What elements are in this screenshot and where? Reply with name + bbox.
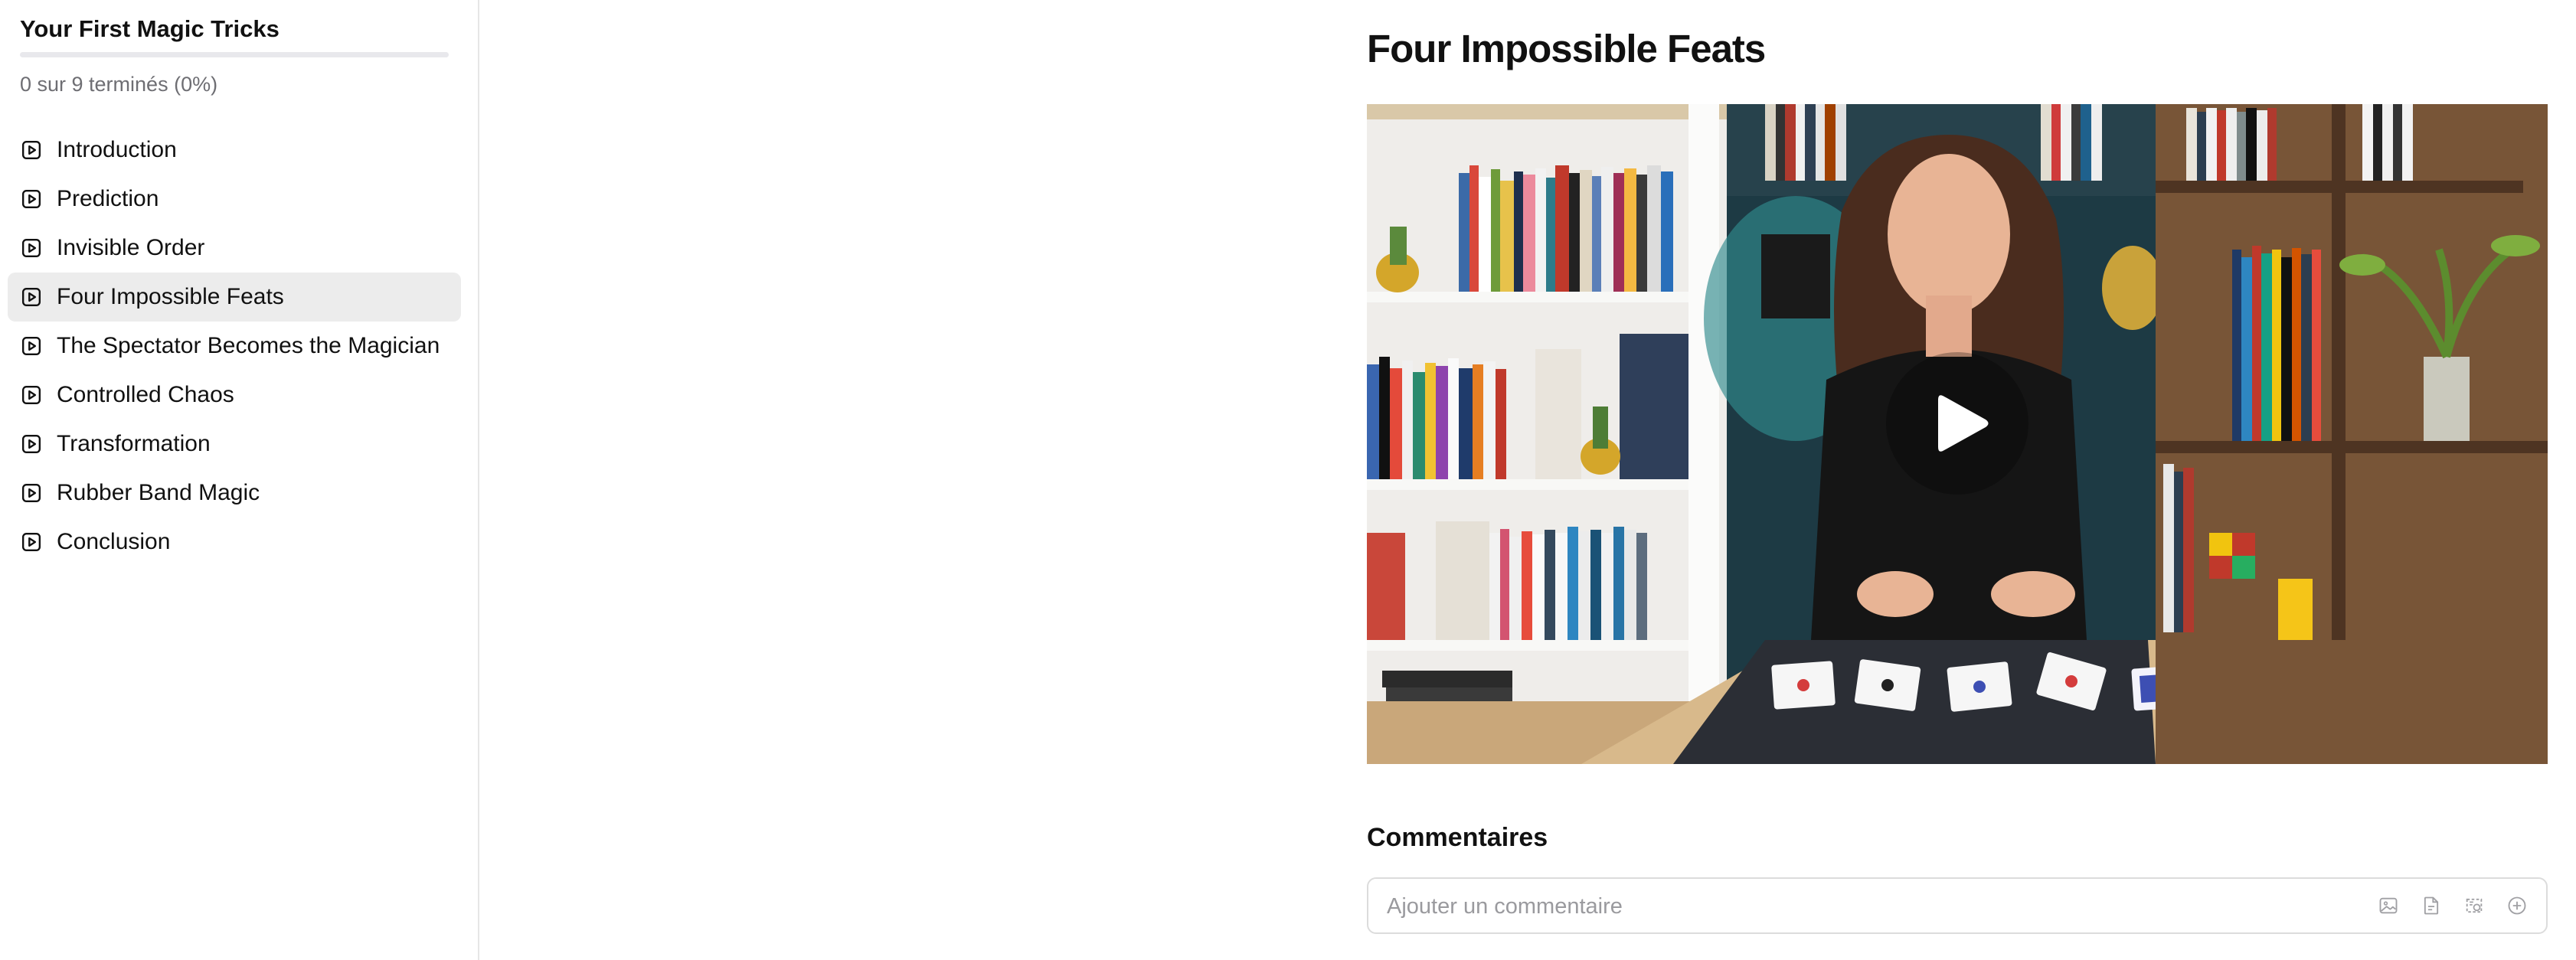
sidebar: Your First Magic Tricks 0 sur 9 terminés… (0, 0, 479, 960)
gif-icon[interactable] (2463, 895, 2485, 916)
sidebar-item-label: Introduction (57, 137, 177, 162)
image-icon[interactable] (2378, 895, 2399, 916)
sidebar-item-label: Rubber Band Magic (57, 480, 260, 505)
play-square-icon (21, 189, 41, 209)
sidebar-item-label: Controlled Chaos (57, 382, 234, 407)
comment-input[interactable] (1385, 879, 2384, 934)
sidebar-item-prediction[interactable]: Prediction (8, 175, 461, 224)
lesson-list: Introduction Prediction Invisible Order … (8, 126, 461, 567)
comments-title: Commentaires (1367, 823, 1548, 852)
play-square-icon (21, 532, 41, 552)
play-square-icon (21, 385, 41, 405)
sidebar-item-spectator-becomes-magician[interactable]: The Spectator Becomes the Magician (8, 322, 461, 371)
lesson-title: Four Impossible Feats (1367, 27, 1766, 70)
progress-text: 0 sur 9 terminés (0%) (20, 73, 218, 96)
play-square-icon (21, 287, 41, 307)
play-square-icon (21, 434, 41, 454)
course-player: Your First Magic Tricks 0 sur 9 terminés… (0, 0, 2576, 960)
sidebar-item-introduction[interactable]: Introduction (8, 126, 461, 175)
file-icon[interactable] (2421, 895, 2442, 916)
play-square-icon (21, 140, 41, 160)
play-square-icon (21, 238, 41, 258)
play-button[interactable] (1886, 352, 2028, 495)
play-icon (1938, 395, 1989, 452)
sidebar-item-label: Conclusion (57, 529, 171, 554)
play-square-icon (21, 483, 41, 503)
sidebar-item-label: Invisible Order (57, 235, 205, 260)
sidebar-item-label: The Spectator Becomes the Magician (57, 333, 440, 358)
add-circle-icon[interactable] (2506, 895, 2528, 916)
sidebar-item-invisible-order[interactable]: Invisible Order (8, 224, 461, 273)
sidebar-item-rubber-band-magic[interactable]: Rubber Band Magic (8, 469, 461, 518)
sidebar-item-transformation[interactable]: Transformation (8, 420, 461, 469)
sidebar-item-four-impossible-feats[interactable]: Four Impossible Feats (8, 273, 461, 322)
sidebar-item-controlled-chaos[interactable]: Controlled Chaos (8, 371, 461, 420)
video-player[interactable] (1367, 104, 2548, 764)
progress-bar (20, 52, 449, 57)
sidebar-item-label: Four Impossible Feats (57, 284, 284, 309)
sidebar-item-label: Transformation (57, 431, 211, 456)
comment-composer (1367, 877, 2548, 934)
course-title: Your First Magic Tricks (20, 15, 280, 42)
sidebar-item-label: Prediction (57, 186, 159, 211)
play-square-icon (21, 336, 41, 356)
sidebar-item-conclusion[interactable]: Conclusion (8, 518, 461, 567)
